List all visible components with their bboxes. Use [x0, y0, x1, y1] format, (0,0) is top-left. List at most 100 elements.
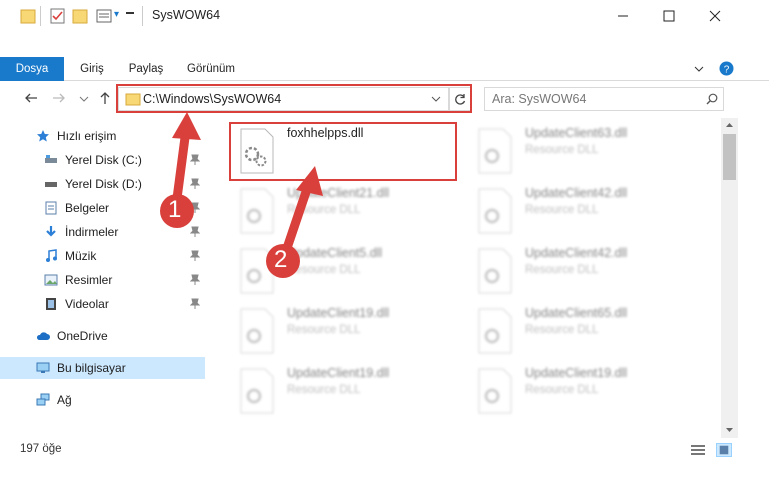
properties-icon[interactable] — [50, 7, 66, 25]
network-icon — [36, 393, 50, 406]
help-icon[interactable]: ? — [719, 61, 734, 76]
up-button[interactable] — [96, 91, 114, 109]
pin-icon[interactable] — [190, 178, 200, 190]
sidebar-item-label: Bu bilgisayar — [57, 361, 126, 375]
sidebar-item-disk-c[interactable]: Yerel Disk (C:) — [0, 149, 205, 171]
maximize-button[interactable] — [646, 0, 692, 32]
step-1-label: 1 — [168, 196, 182, 223]
file-name: UpdateClient19.dll — [525, 366, 628, 380]
videos-icon — [46, 298, 56, 310]
dll-file-icon — [240, 248, 274, 294]
file-item[interactable]: UpdateClient42.dll Resource DLL — [465, 182, 690, 240]
download-icon — [46, 226, 56, 237]
sidebar-item-disk-d[interactable]: Yerel Disk (D:) — [0, 173, 205, 195]
vertical-scrollbar[interactable] — [721, 118, 738, 438]
dll-file-icon — [478, 308, 512, 354]
pin-icon[interactable] — [190, 250, 200, 262]
item-count: 197 öğe — [20, 443, 62, 455]
sidebar-item-videos[interactable]: Videolar — [0, 293, 205, 315]
search-icon[interactable] — [706, 93, 718, 105]
file-name: UpdateClient42.dll — [525, 186, 628, 200]
file-type: Resource DLL — [525, 384, 599, 396]
file-item[interactable]: UpdateClient19.dll Resource DLL — [227, 362, 452, 420]
close-button[interactable] — [692, 0, 738, 32]
arrow-left-icon — [25, 93, 37, 103]
file-type: Resource DLL — [525, 144, 599, 156]
dll-file-icon — [478, 368, 512, 414]
file-item[interactable]: UpdateClient42.dll Resource DLL — [465, 242, 690, 300]
computer-icon — [36, 362, 50, 373]
navigation-pane: Hızlı erişim Yerel Disk (C:) Yerel Disk … — [0, 122, 205, 432]
divider — [40, 6, 41, 26]
forward-button[interactable] — [50, 91, 68, 109]
pin-icon[interactable] — [190, 298, 200, 310]
sidebar-item-pictures[interactable]: Resimler — [0, 269, 205, 291]
dll-file-icon — [240, 308, 274, 354]
file-name: UpdateClient42.dll — [525, 246, 628, 260]
ribbon: Dosya Giriş Paylaş Görünüm ? — [0, 57, 769, 81]
scroll-up-icon[interactable] — [725, 122, 734, 128]
pin-icon[interactable] — [190, 274, 200, 286]
file-item[interactable]: UpdateClient19.dll Resource DLL — [227, 302, 452, 360]
folder-icon[interactable] — [20, 7, 36, 25]
sidebar-item-label: Yerel Disk (D:) — [65, 177, 142, 191]
file-type: Resource DLL — [525, 264, 599, 276]
file-item[interactable]: UpdateClient65.dll Resource DLL — [465, 302, 690, 360]
tab-share[interactable]: Paylaş — [122, 57, 170, 81]
sidebar-item-this-pc[interactable]: Bu bilgisayar — [0, 357, 205, 379]
sidebar-item-label: Ağ — [57, 393, 72, 407]
sidebar-item-network[interactable]: Ağ — [0, 389, 205, 411]
highlight-address — [116, 84, 472, 113]
maximize-icon — [663, 10, 675, 22]
file-name: UpdateClient19.dll — [287, 306, 390, 320]
pin-icon[interactable] — [190, 154, 200, 166]
file-type: Resource DLL — [287, 324, 361, 336]
details-view-icon[interactable] — [690, 443, 706, 457]
qa-customize-bar[interactable] — [126, 12, 134, 14]
music-icon — [46, 249, 57, 262]
file-item[interactable]: UpdateClient5.dll Resource DLL — [227, 242, 452, 300]
file-type: Resource DLL — [287, 264, 361, 276]
sidebar-item-onedrive[interactable]: OneDrive — [0, 325, 205, 347]
highlight-file — [229, 122, 457, 181]
new-folder-icon[interactable] — [72, 7, 88, 25]
sidebar-item-music[interactable]: Müzik — [0, 245, 205, 267]
file-type: Resource DLL — [525, 204, 599, 216]
svg-text:?: ? — [724, 65, 730, 76]
pictures-icon — [44, 274, 58, 286]
arrow-up-icon — [100, 92, 110, 104]
large-icons-view-icon[interactable] — [716, 443, 732, 457]
star-icon — [37, 130, 49, 142]
qa-dropdown[interactable]: ▾ — [114, 9, 119, 20]
sidebar-item-label: Yerel Disk (C:) — [65, 153, 142, 167]
cloud-icon — [36, 332, 50, 340]
back-button[interactable] — [22, 91, 40, 109]
tab-home[interactable]: Giriş — [70, 57, 114, 81]
dll-file-icon — [478, 128, 512, 174]
dll-file-icon — [240, 188, 274, 234]
file-item[interactable]: UpdateClient21.dll Resource DLL — [227, 182, 452, 240]
scroll-thumb[interactable] — [723, 134, 736, 180]
sidebar-item-label: Belgeler — [65, 201, 110, 215]
sidebar-item-label: Müzik — [65, 249, 97, 263]
chevron-down-icon[interactable] — [693, 63, 705, 75]
file-type: Resource DLL — [525, 324, 599, 336]
tab-file[interactable]: Dosya — [0, 57, 64, 81]
file-name: UpdateClient65.dll — [525, 306, 628, 320]
sidebar-item-quick-access[interactable]: Hızlı erişim — [0, 125, 205, 147]
pin-icon[interactable] — [190, 226, 200, 238]
file-item[interactable]: UpdateClient19.dll Resource DLL — [465, 362, 690, 420]
search-input[interactable]: Ara: SysWOW64 — [484, 87, 724, 111]
minimize-button[interactable] — [600, 0, 646, 32]
scroll-down-icon[interactable] — [725, 427, 734, 433]
customize-icon[interactable] — [96, 7, 112, 25]
divider — [142, 6, 143, 26]
file-item[interactable]: UpdateClient63.dll Resource DLL — [465, 122, 690, 180]
sidebar-item-label: Videolar — [65, 297, 109, 311]
step-2-label: 2 — [274, 246, 288, 273]
pin-icon[interactable] — [190, 202, 200, 214]
sidebar-item-downloads[interactable]: İndirmeler — [0, 221, 205, 243]
history-dropdown[interactable] — [78, 91, 90, 109]
tab-view[interactable]: Görünüm — [180, 57, 242, 81]
file-name: UpdateClient21.dll — [287, 186, 390, 200]
